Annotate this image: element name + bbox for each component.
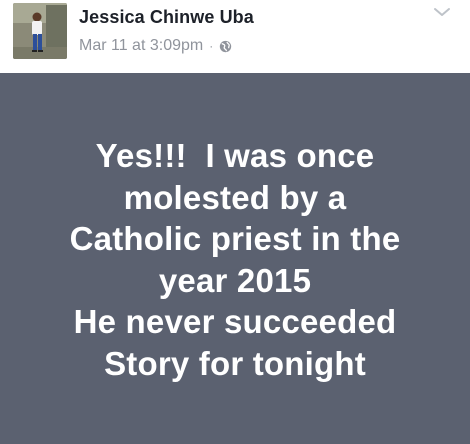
globe-icon[interactable] [219, 40, 232, 53]
author-name[interactable]: Jessica Chinwe Uba [79, 7, 254, 28]
post-timestamp[interactable]: Mar 11 at 3:09pm [79, 37, 203, 55]
post-text-line: He never succeeded [73, 303, 397, 340]
post-text-line: Story for tonight [104, 344, 366, 382]
post-text: Yes!!! I was once molested by a Catholic… [0, 135, 470, 384]
chevron-down-icon[interactable] [432, 5, 452, 19]
meta-separator: · [209, 39, 214, 53]
post-text-line: year 2015 [158, 261, 312, 299]
post-text-line: molested by a [123, 178, 347, 216]
post-meta: Mar 11 at 3:09pm · [79, 36, 232, 56]
post-header: Jessica Chinwe Uba Mar 11 at 3:09pm · [0, 0, 470, 73]
post-background: Yes!!! I was once molested by a Catholic… [0, 73, 470, 444]
avatar[interactable] [13, 3, 67, 59]
post-text-line: Catholic priest in the [69, 220, 401, 257]
post-text-line: Yes!!! I was once [95, 137, 375, 174]
